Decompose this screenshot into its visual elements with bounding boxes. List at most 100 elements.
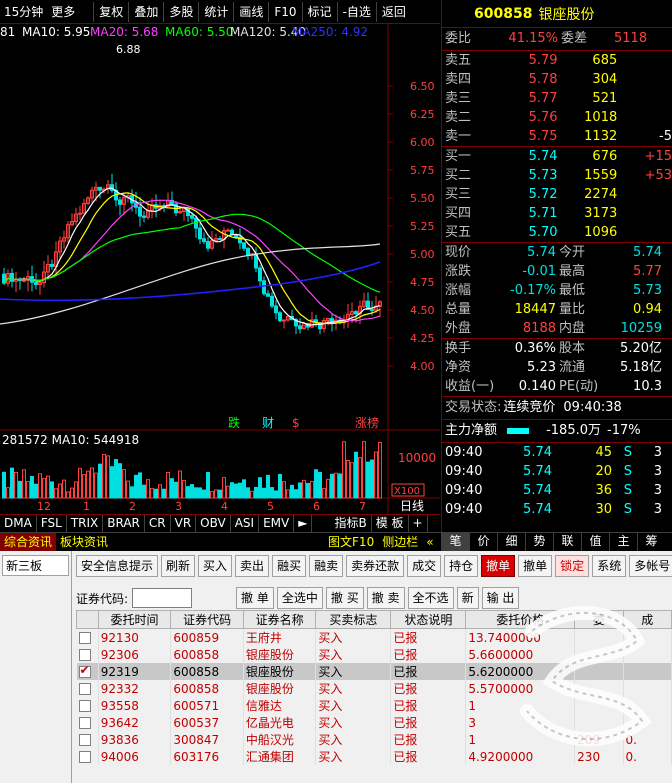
indicator-tab[interactable]: 模 板 [372,515,409,532]
tab-f10[interactable]: 图文F10 [324,533,378,551]
order-checkbox-cell[interactable] [76,697,99,714]
order-checkbox-cell[interactable] [76,663,99,680]
buy-level-1[interactable]: 买一 5.74 676 +15 [442,147,672,166]
checkbox[interactable] [78,734,91,746]
toolbar-button-back[interactable]: 返回 [375,1,411,22]
toolbar-button-remove-fav[interactable]: -自选 [336,1,376,22]
indicator-tab[interactable]: VR [171,515,197,532]
indicator-tab[interactable]: BRAR [103,515,145,532]
trade-button[interactable]: 刷新 [161,555,196,577]
sell-level-3[interactable]: 卖三 5.77 521 [442,89,672,108]
quote-tab[interactable]: 筹 [637,532,665,551]
marker-die[interactable]: 跌 [228,415,240,430]
trade-button[interactable]: 撤单 [481,555,516,577]
indicator-tab[interactable]: + [409,515,428,532]
indicator-tab[interactable]: ASI [231,515,260,532]
indicator-tab[interactable]: ► [294,515,313,532]
quote-tab[interactable]: 细 [497,532,525,551]
sell-level-4[interactable]: 卖二 5.76 1018 [442,108,672,127]
indicator-tab[interactable]: DMA [0,515,37,532]
collapse-icon[interactable]: « [422,533,437,551]
buy-level-4[interactable]: 买四 5.71 3173 [442,204,672,223]
indicator-tab[interactable]: TRIX [67,515,104,532]
quote-tab[interactable]: 联 [553,532,581,551]
indicator-tab[interactable]: CR [145,515,171,532]
marker-zhangbang[interactable]: 涨榜 [355,415,379,430]
ma250-label: MA250: 4.92 [292,25,368,39]
trade-button[interactable]: 撤单 [518,555,553,577]
trade-button[interactable]: 锁定 [555,555,590,577]
checkbox[interactable] [78,717,91,729]
quote-tab[interactable]: 笔 [441,532,469,551]
trade-button[interactable]: 成交 [407,555,442,577]
indicator-tab[interactable]: FSL [37,515,67,532]
trade-button[interactable]: 卖券还款 [346,555,405,577]
sell-level-5[interactable]: 卖一 5.75 1132 -5 [442,127,672,146]
toolbar-button-draw[interactable]: 画线 [233,1,268,22]
toolbar-button-overlay[interactable]: 叠加 [128,1,163,22]
checkbox[interactable] [78,683,91,695]
trade-button[interactable]: 系统 [592,555,627,577]
marker-dollar[interactable]: $ [292,416,300,430]
column-header[interactable]: 证券名称 [242,610,317,629]
cancel-action-button[interactable]: 撤 单 [236,587,274,609]
indicator-tab[interactable]: OBV [196,515,231,532]
column-header[interactable]: 委托时间 [97,610,172,629]
trade-button[interactable]: 融卖 [309,555,344,577]
quote-tab[interactable]: 主 [609,532,637,551]
column-header[interactable] [76,610,99,629]
trade-button[interactable]: 卖出 [235,555,270,577]
sell-level-2[interactable]: 卖四 5.78 304 [442,70,672,89]
cancel-action-button[interactable]: 全选中 [276,587,323,609]
toolbar-button-stats[interactable]: 统计 [198,1,233,22]
checkbox[interactable] [78,751,91,763]
order-checkbox-cell[interactable] [76,646,99,663]
tab-composite-info[interactable]: 综合资讯 [0,533,57,551]
order-checkbox-cell[interactable] [76,628,99,646]
order-checkbox-cell[interactable] [76,748,99,765]
checkbox[interactable] [78,632,91,644]
column-header[interactable]: 证券代码 [170,610,244,629]
tab-sector-info[interactable]: 板块资讯 [56,533,112,551]
order-checkbox-cell[interactable] [76,731,99,748]
quote-tab[interactable]: 值 [581,532,609,551]
checkbox[interactable] [78,700,91,712]
toolbar-button-f10[interactable]: F10 [268,1,301,22]
quote-tab[interactable]: 价 [469,532,497,551]
sell-level-1[interactable]: 卖五 5.79 685 [442,51,672,70]
kline-chart[interactable]: 81 MA10: 5.95 MA20: 5.68 MA60: 5.50 MA12… [0,24,440,514]
trade-button[interactable]: 融买 [272,555,307,577]
toolbar-button-multi[interactable]: 多股 [163,1,198,22]
trade-button[interactable]: 多帐号 [629,555,672,577]
period-selector[interactable]: 15分钟 [0,3,47,20]
order-checkbox-cell[interactable] [76,714,99,731]
chart-toolbar: 15分钟 更多 复权 叠加 多股 统计 画线 F10 标记 -自选 返回 [0,0,440,24]
checkbox[interactable] [78,649,91,661]
tab-sidebar[interactable]: 侧边栏 [378,533,422,551]
marker-cai[interactable]: 财 [262,416,274,430]
cancel-action-button[interactable]: 新 [456,587,479,609]
order-checkbox-cell[interactable] [76,680,99,697]
indicator-tab[interactable]: EMV [259,515,295,532]
toolbar-button-fuquan[interactable]: 复权 [93,1,128,22]
indicator-tab[interactable]: 指标B [330,515,372,532]
trade-button[interactable]: 持仓 [444,555,479,577]
day-line-label[interactable]: 日线 [400,499,424,513]
cancel-action-button[interactable]: 撤 买 [325,587,364,609]
cancel-action-button[interactable]: 全不选 [407,587,454,609]
buy-level-5[interactable]: 买五 5.70 1096 [442,223,672,242]
checkbox[interactable] [78,663,91,678]
buy-level-2[interactable]: 买二 5.73 1559 +53 [442,166,672,185]
trade-button[interactable]: 买入 [198,555,233,577]
tick-list[interactable]: 09:40 5.74 45 S 3 09:40 5.74 20 S 3 09:40 5.74 36 S 3 0… [442,443,672,519]
column-header[interactable]: 买卖标志 [315,610,392,629]
toolbar-button-mark[interactable]: 标记 [301,1,337,22]
cancel-action-button[interactable]: 撤 卖 [366,587,405,609]
code-input[interactable] [132,588,193,608]
trade-button[interactable]: 安全信息提示 [76,555,159,577]
buy-level-3[interactable]: 买三 5.72 2274 [442,185,672,204]
more-button[interactable]: 更多 [47,3,79,20]
tab-neeq[interactable]: 新三板 [2,555,69,576]
column-header[interactable]: 状态说明 [390,610,467,629]
quote-tab[interactable]: 势 [525,532,553,551]
